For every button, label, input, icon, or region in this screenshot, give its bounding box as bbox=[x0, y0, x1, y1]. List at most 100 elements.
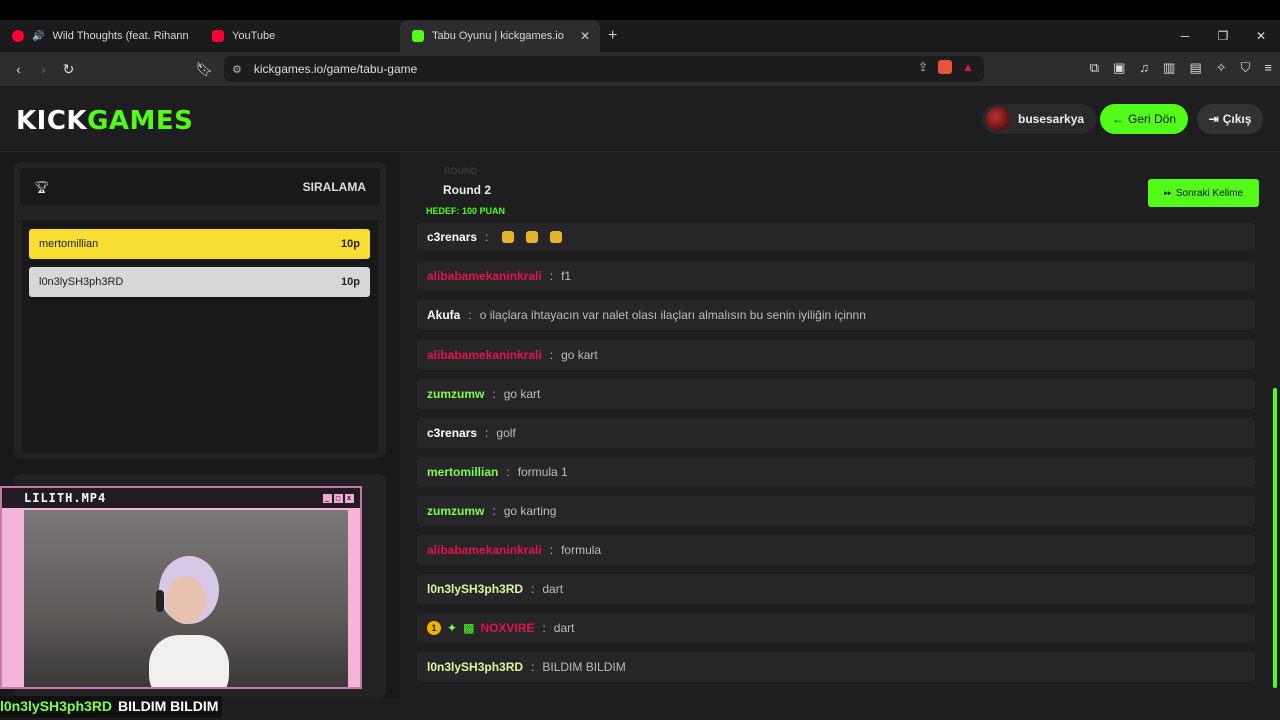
next-word-label: Sonraki Kelime bbox=[1175, 187, 1244, 199]
emote-icon bbox=[526, 231, 539, 243]
chat-text: go kart bbox=[561, 348, 598, 362]
tab-label: Tabu Oyunu | kickgames.io bbox=[432, 30, 564, 42]
chat-text: o ilaçlara ihtayacın var nalet olası ila… bbox=[479, 308, 866, 322]
bookmark-icon[interactable]: 🔖︎ bbox=[192, 61, 217, 78]
chat-separator: : bbox=[492, 504, 496, 518]
back-button[interactable]: ← Geri Dön bbox=[1100, 104, 1188, 134]
sidebar-icon[interactable]: ▥ bbox=[1163, 60, 1175, 76]
url-text: kickgames.io/game/tabu-game bbox=[253, 62, 418, 76]
logout-icon: ⇥ bbox=[1208, 112, 1219, 126]
vpn-icon[interactable]: ⛉ bbox=[1241, 60, 1251, 76]
minimize-icon: _ bbox=[323, 493, 332, 503]
chat-message: zumzumw : go karting bbox=[417, 496, 1255, 526]
chat-nick: mertomillian bbox=[427, 465, 499, 479]
back-icon[interactable]: ‹ bbox=[6, 61, 31, 77]
ranking-row: mertomillian 10p bbox=[29, 229, 370, 259]
chat-message: mertomillian : formula 1 bbox=[417, 457, 1255, 487]
chat-separator: : bbox=[468, 308, 472, 322]
chat-nick: l0n3lySH3ph3RD bbox=[427, 582, 524, 596]
chat-list: c3renars : alibabamekaninkrali : f1 Akuf… bbox=[417, 222, 1255, 692]
chat-message: l0n3lySH3ph3RD : BILDIM BILDIM bbox=[417, 652, 1255, 682]
url-field[interactable]: ⚙ kickgames.io/game/tabu-game ⇪ ▲ bbox=[224, 56, 984, 82]
chat-separator: : bbox=[485, 426, 489, 440]
maximize-icon[interactable]: ❐ bbox=[1204, 29, 1242, 43]
forward-icon[interactable]: › bbox=[31, 61, 56, 77]
share-icon[interactable]: ⇪ bbox=[918, 60, 928, 74]
chat-text: f1 bbox=[561, 269, 572, 283]
reload-icon[interactable]: ↻ bbox=[56, 61, 81, 78]
chat-message: 1 ✦ ▩ NOXVIRE : dart bbox=[417, 613, 1255, 643]
speaker-icon: 🔊 bbox=[32, 30, 45, 42]
chat-text: formula 1 bbox=[517, 465, 568, 479]
chat-nick: l0n3lySH3ph3RD bbox=[427, 660, 524, 674]
chat-separator: : bbox=[542, 621, 546, 635]
player-name: mertomillian bbox=[39, 238, 99, 250]
browser-tab-active[interactable]: Tabu Oyunu | kickgames.io ✕ bbox=[400, 20, 600, 52]
chat-message: alibabamekaninkrali : formula bbox=[417, 535, 1255, 565]
stream-chat-overlay: l0n3lySH3ph3RD BILDIM BILDIM bbox=[0, 696, 223, 718]
back-button-label: Geri Dön bbox=[1127, 112, 1177, 126]
round-caption: ROUND bbox=[444, 166, 477, 176]
url-actions: ⇪ ▲ bbox=[918, 60, 974, 74]
avatar bbox=[986, 107, 1010, 131]
new-tab-icon[interactable]: + bbox=[608, 27, 617, 45]
next-word-button[interactable]: ⏩︎ Sonraki Kelime bbox=[1148, 179, 1259, 207]
chat-message: c3renars : golf bbox=[417, 418, 1255, 448]
close-icon: x bbox=[345, 493, 354, 503]
chat-separator: : bbox=[531, 660, 535, 674]
site-header: KICKGAMES busesarkya ← Geri Dön ⇥ Çıkış bbox=[0, 86, 1280, 152]
chat-message: alibabamekaninkrali : f1 bbox=[417, 261, 1255, 291]
chat-text: go karting bbox=[503, 504, 557, 518]
chat-separator: : bbox=[549, 543, 554, 557]
chat-message: c3renars : bbox=[417, 223, 1255, 251]
chat-nick: zumzumw bbox=[427, 504, 485, 518]
youtube-music-icon bbox=[12, 30, 24, 42]
webcam-title: LILITH.MP4 bbox=[24, 491, 107, 505]
minimize-icon[interactable]: ─ bbox=[1166, 29, 1204, 43]
extensions-icon[interactable]: ⧉ bbox=[1090, 60, 1099, 76]
ranking-title: SIRALAMA bbox=[302, 180, 366, 194]
chat-nick: NOXVIRE bbox=[480, 621, 535, 635]
logout-button-label: Çıkış bbox=[1222, 112, 1252, 126]
chat-separator: : bbox=[531, 582, 535, 596]
kickgames-logo[interactable]: KICKGAMES bbox=[16, 106, 193, 136]
browser-tab[interactable]: 🔊 Wild Thoughts (feat. Rihanna ve B bbox=[0, 20, 200, 52]
player-points: 10p bbox=[341, 276, 360, 288]
overlay-text: BILDIM BILDIM bbox=[118, 698, 219, 714]
username: busesarkya bbox=[1018, 112, 1085, 126]
close-tab-icon[interactable]: ✕ bbox=[580, 29, 590, 43]
chat-text: dart bbox=[553, 621, 575, 635]
brave-shield-icon[interactable] bbox=[938, 60, 953, 74]
ranking-card: 🏆︎ SIRALAMA mertomillian 10p l0n3lySH3ph… bbox=[14, 162, 386, 458]
browser-tab-strip: 🔊 Wild Thoughts (feat. Rihanna ve B YouT… bbox=[0, 20, 1280, 52]
menu-icon[interactable]: ≡ bbox=[1264, 60, 1272, 76]
ranking-list: mertomillian 10p l0n3lySH3ph3RD 10p bbox=[22, 220, 378, 454]
round-title: Round 2 bbox=[443, 183, 491, 197]
chat-separator: : bbox=[492, 387, 496, 401]
screenshot-icon[interactable]: ▣ bbox=[1113, 60, 1125, 76]
leo-icon[interactable]: ✧ bbox=[1216, 60, 1227, 76]
browser-tab[interactable]: YouTube bbox=[200, 20, 400, 52]
chat-scrollbar-thumb[interactable] bbox=[1273, 388, 1277, 688]
chat-text: go kart bbox=[503, 387, 541, 401]
site-settings-icon[interactable]: ⚙ bbox=[232, 63, 242, 76]
tab-label: YouTube bbox=[232, 30, 276, 42]
webcam-video bbox=[24, 510, 348, 687]
media-icon[interactable]: ♫ bbox=[1139, 60, 1149, 76]
user-profile[interactable]: busesarkya bbox=[982, 104, 1097, 134]
chat-separator: : bbox=[485, 230, 489, 244]
game-icon bbox=[412, 30, 424, 42]
trophy-icon: 🏆︎ bbox=[34, 180, 50, 194]
player-points: 10p bbox=[341, 238, 360, 250]
youtube-icon bbox=[212, 30, 224, 42]
chat-message: l0n3lySH3ph3RD : dart bbox=[417, 574, 1255, 604]
chat-nick: alibabamekaninkrali bbox=[427, 543, 542, 557]
logout-button[interactable]: ⇥ Çıkış bbox=[1197, 104, 1263, 134]
wallet-icon[interactable]: ▤ bbox=[1189, 60, 1201, 76]
chat-text: dart bbox=[542, 582, 564, 596]
tab-label: Wild Thoughts (feat. Rihanna ve B bbox=[52, 30, 188, 42]
chat-nick: Akufa bbox=[427, 308, 461, 322]
emote-icon bbox=[550, 231, 563, 243]
close-window-icon[interactable]: ✕ bbox=[1242, 29, 1280, 43]
brave-rewards-icon[interactable]: ▲ bbox=[962, 60, 974, 74]
